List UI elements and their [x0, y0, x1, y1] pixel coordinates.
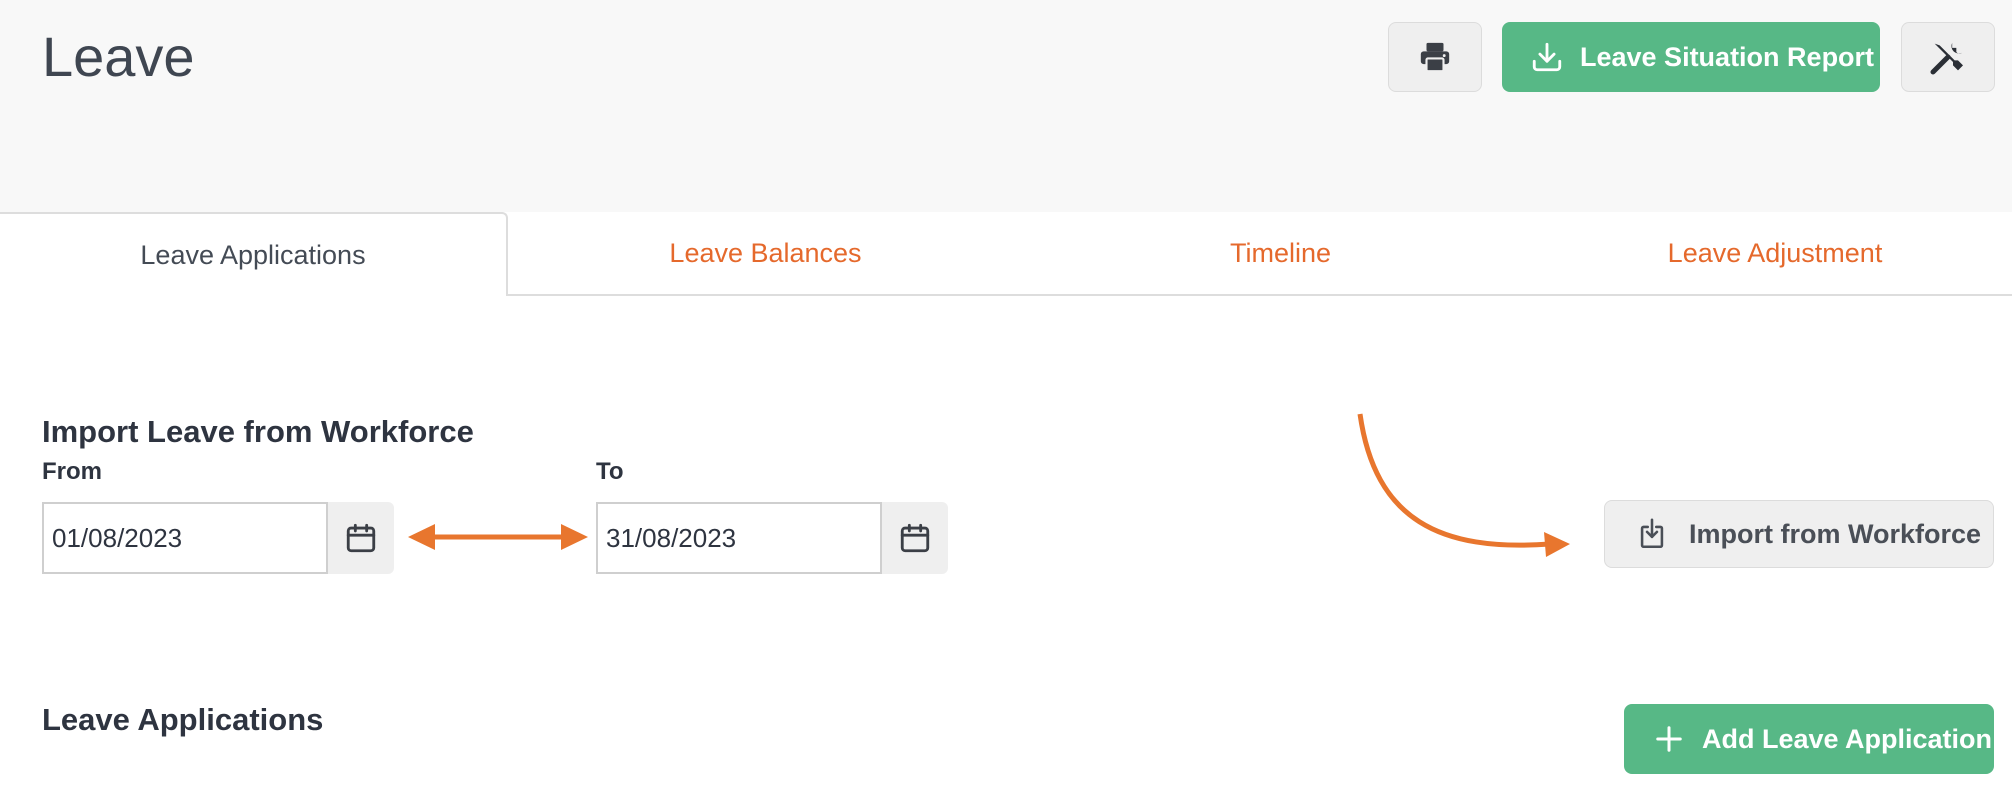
import-section-title: Import Leave from Workforce — [42, 414, 474, 449]
to-date-input[interactable] — [596, 502, 882, 574]
calendar-icon — [346, 523, 376, 553]
import-icon — [1640, 518, 1664, 549]
add-leave-application-button[interactable]: Add Leave Application — [1624, 704, 1994, 774]
from-label: From — [42, 458, 102, 485]
calendar-icon — [900, 523, 930, 553]
tab-bar: Leave Applications Leave Balances Timeli… — [0, 212, 2012, 296]
page-title: Leave — [42, 25, 195, 88]
tab-leave-applications[interactable]: Leave Applications — [0, 212, 508, 296]
leave-applications-title: Leave Applications — [42, 702, 324, 737]
tools-button[interactable] — [1901, 22, 1995, 92]
from-calendar-button[interactable] — [328, 502, 394, 574]
tab-timeline[interactable]: Timeline — [1023, 212, 1538, 296]
to-calendar-button[interactable] — [882, 502, 948, 574]
page-header: Leave Leave Situation Report — [0, 0, 2012, 212]
from-date-input[interactable] — [42, 502, 328, 574]
print-button[interactable] — [1388, 22, 1482, 92]
report-button-label: Leave Situation Report — [1580, 41, 1875, 72]
download-icon — [1532, 42, 1562, 72]
to-label: To — [596, 458, 624, 485]
double-arrow-annotation — [408, 524, 588, 550]
leave-situation-report-button[interactable]: Leave Situation Report — [1502, 22, 1880, 92]
add-button-label: Add Leave Application — [1702, 723, 1993, 754]
curved-arrow-annotation — [1357, 413, 1570, 557]
import-from-workforce-button[interactable]: Import from Workforce — [1604, 500, 1994, 568]
printer-icon — [1420, 42, 1450, 73]
plus-icon — [1656, 726, 1682, 752]
tools-icon — [1930, 42, 1963, 75]
import-button-label: Import from Workforce — [1689, 518, 1982, 549]
tab-leave-balances[interactable]: Leave Balances — [508, 212, 1023, 296]
tab-leave-adjustment[interactable]: Leave Adjustment — [1538, 212, 2012, 296]
